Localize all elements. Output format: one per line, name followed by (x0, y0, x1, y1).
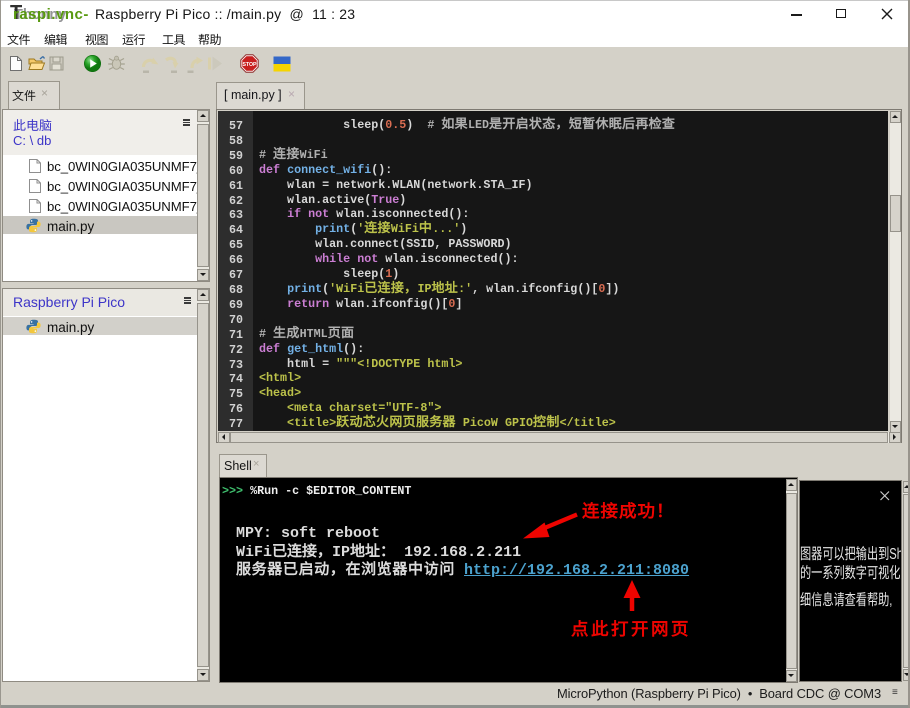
svg-text:STOP: STOP (242, 62, 257, 68)
